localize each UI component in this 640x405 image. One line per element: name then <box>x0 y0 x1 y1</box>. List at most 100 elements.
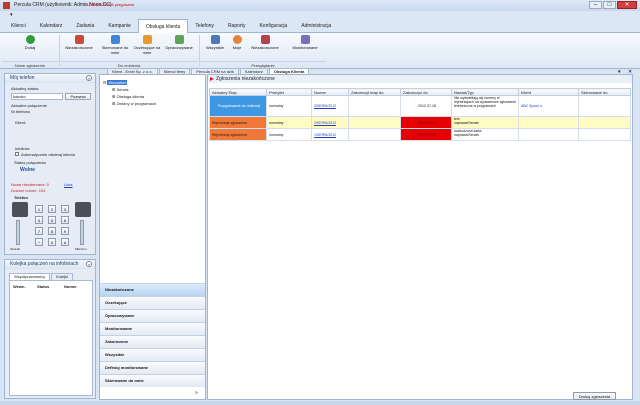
mic-slider[interactable] <box>80 220 84 245</box>
cell-numer[interactable]: 2/SERW/2012 <box>311 116 349 129</box>
ribbon-niezakonczone2-button[interactable]: Niezakończone <box>248 35 282 50</box>
maximize-icon[interactable]: □ <box>603 1 616 9</box>
ribbon-monitorowane-button[interactable]: Monitorowane <box>287 35 323 50</box>
sidebar-item-zakonczone[interactable]: Zakończone <box>100 335 205 348</box>
key-9[interactable]: 9 <box>61 227 69 235</box>
left-panel: Mój telefon « Aktualny status: kokoko Poz… <box>4 73 96 399</box>
col-numer[interactable]: Numer <box>311 88 349 96</box>
handset-right-icon[interactable] <box>75 202 91 217</box>
status-select[interactable]: kokoko <box>11 93 63 100</box>
key-6[interactable]: 6 <box>61 216 69 224</box>
key-7[interactable]: 7 <box>35 227 43 235</box>
cell-skierowane <box>578 128 631 141</box>
queue-list: Wewn. Status Numer <box>9 280 93 396</box>
menu-zadania[interactable]: Zadania <box>69 19 101 33</box>
key-3[interactable]: 3 <box>61 205 69 213</box>
key-0[interactable]: 0 <box>48 238 56 246</box>
alert-text: • ZGŁOSZENIA przypisane <box>86 2 135 7</box>
sidebar-item-wszystkie[interactable]: Wszystkie <box>100 348 205 361</box>
cell-numer[interactable]: 3/SERW/2012 <box>311 95 349 117</box>
menu-klienci[interactable]: Klienci <box>4 19 33 33</box>
table-header-row: Aktualny Etap Priorytet Numer Zakończył … <box>209 88 631 96</box>
expand-icon[interactable]: » <box>195 390 198 396</box>
ribbon-moje-button[interactable]: Moje <box>229 35 245 50</box>
collapse-icon[interactable]: « <box>86 261 92 267</box>
speaker-slider[interactable] <box>16 220 20 245</box>
cell-numer[interactable]: 1/SERW/2012 <box>311 128 349 141</box>
quick-access-arrow-icon[interactable]: ▾ <box>10 12 13 18</box>
main-content: Zgłoszenia niezakończone Aktualny Etap P… <box>207 74 633 400</box>
sidebar-item-opracowywane[interactable]: Opracowywane <box>100 309 205 322</box>
col-skierowane[interactable]: Skierowane do <box>578 88 631 96</box>
ribbon: Dodaj Nowe zgłoszenie Niezakończone Skie… <box>0 33 640 69</box>
cell-zak-do: 2012-07-18 <box>400 95 452 117</box>
auto-open-checkbox[interactable] <box>15 152 19 156</box>
app-icon <box>3 2 10 9</box>
col-nazwa[interactable]: Nazwa/Typ <box>451 88 519 96</box>
ribbon-skierowane-button[interactable]: Skierowane do mnie <box>100 35 130 55</box>
infoline-label: Infolinia: <box>15 146 30 151</box>
cell-zak-do: 2012-07-16 <box>400 128 452 141</box>
col-zak-etap[interactable]: Zakończył etap do <box>348 88 401 96</box>
menu-telefony[interactable]: Telefony <box>188 19 221 33</box>
key-8[interactable]: 8 <box>48 227 56 235</box>
quick-access-bar <box>0 11 640 19</box>
ribbon-wszystkie-button[interactable]: Wszystkie <box>202 35 228 50</box>
cell-zak-etap <box>348 128 401 141</box>
key-5[interactable]: 5 <box>48 216 56 224</box>
key-2[interactable]: 2 <box>48 205 56 213</box>
tab-wspolpracownicy[interactable]: Współpracownicy <box>9 273 51 280</box>
sidebar-item-monitorowane[interactable]: Monitorowane <box>100 322 205 335</box>
queue-panel-title: Kolejka połączeń na infoliniach <box>10 261 79 267</box>
missed-list-link[interactable]: Lista <box>64 182 72 187</box>
col-priorytet[interactable]: Priorytet <box>266 88 312 96</box>
add-icon <box>25 35 35 44</box>
tree-item-zmiany[interactable]: ⊞ Zmiany w programach <box>112 101 156 106</box>
menu-kampanie[interactable]: Kampanie <box>101 19 138 33</box>
add-ticket-button[interactable]: Dodaj <box>18 35 42 50</box>
cell-klient <box>518 128 579 141</box>
print-tickets-button[interactable]: Drukuj zgłoszenia <box>573 392 616 400</box>
tab-kolejki[interactable]: Kolejki <box>51 273 73 280</box>
phone-panel-header: Mój telefon « <box>5 74 95 83</box>
menu-raporty[interactable]: Raporty <box>221 19 253 33</box>
ribbon-oczekujace-button[interactable]: Oczekujące na mnie <box>133 35 161 55</box>
ribbon-opracowywane-button[interactable]: Opracowywane <box>164 35 194 50</box>
minimize-icon[interactable]: – <box>589 1 602 9</box>
col-zak-do[interactable]: Zakończyć do <box>400 88 452 96</box>
auto-open-label: Automatycznie otwieraj klienta <box>21 152 75 157</box>
key-1[interactable]: 1 <box>35 205 43 213</box>
tree-item-serwis[interactable]: ⊞ Serwis <box>112 87 128 92</box>
table-row[interactable]: Przygotowanie do realizacji normalny 3/S… <box>209 95 631 117</box>
navigation-panel: ⊟ Wszystkie ⊞ Serwis ⊞ Obsługa klienta ⊞… <box>99 74 206 400</box>
phone-panel: Mój telefon « Aktualny status: kokoko Poz… <box>4 73 96 255</box>
cell-klient[interactable]: ABC Spzoo s. <box>518 95 579 117</box>
ribbon-niezakonczone-button[interactable]: Niezakończone <box>62 35 96 50</box>
menu-obsluga-klienta[interactable]: Obsługa klienta <box>137 19 189 33</box>
col-klient[interactable]: Klient <box>518 88 579 96</box>
sidebar-item-skierowane[interactable]: Skierowane do mnie <box>100 374 205 387</box>
sidebar-item-niezakonczone[interactable]: Niezakończone <box>100 283 205 296</box>
tree-item-obsluga[interactable]: ⊞ Obsługa klienta <box>112 94 144 99</box>
key-star[interactable]: * <box>35 238 43 246</box>
status-change-button[interactable]: Pozwnia <box>65 93 91 100</box>
close-icon[interactable]: ✕ <box>617 1 637 9</box>
sidebar-item-oczekujace[interactable]: Oczekujące <box>100 296 205 309</box>
menu-kalendarz[interactable]: Kalendarz <box>33 19 70 33</box>
collapse-icon[interactable]: « <box>86 75 92 81</box>
menu-konfiguracja[interactable]: Konfiguracja <box>252 19 294 33</box>
sidebar-item-definiuj[interactable]: Definiuj monitorowane <box>100 361 205 374</box>
connection-status-value: Wolne <box>20 167 35 173</box>
handset-left-icon[interactable] <box>12 202 28 217</box>
queue-col-wewn: Wewn. <box>13 284 26 289</box>
col-etap[interactable]: Aktualny Etap <box>209 88 267 96</box>
table-row[interactable]: Rejestracja zgłoszenia normalny 1/SERW/2… <box>209 128 631 141</box>
tree-root[interactable]: ⊟ Wszystkie <box>103 80 128 85</box>
cell-zak-etap <box>348 95 401 117</box>
menu-administracja[interactable]: Administracja <box>294 19 338 33</box>
grid-header: Zgłoszenia niezakończone <box>208 75 632 83</box>
key-4[interactable]: 4 <box>35 216 43 224</box>
connection-status-label: Status połączenia <box>14 160 46 165</box>
table-row[interactable]: Rejestracja zgłoszenia normalny 2/SERW/2… <box>209 116 631 129</box>
key-hash[interactable]: # <box>61 238 69 246</box>
